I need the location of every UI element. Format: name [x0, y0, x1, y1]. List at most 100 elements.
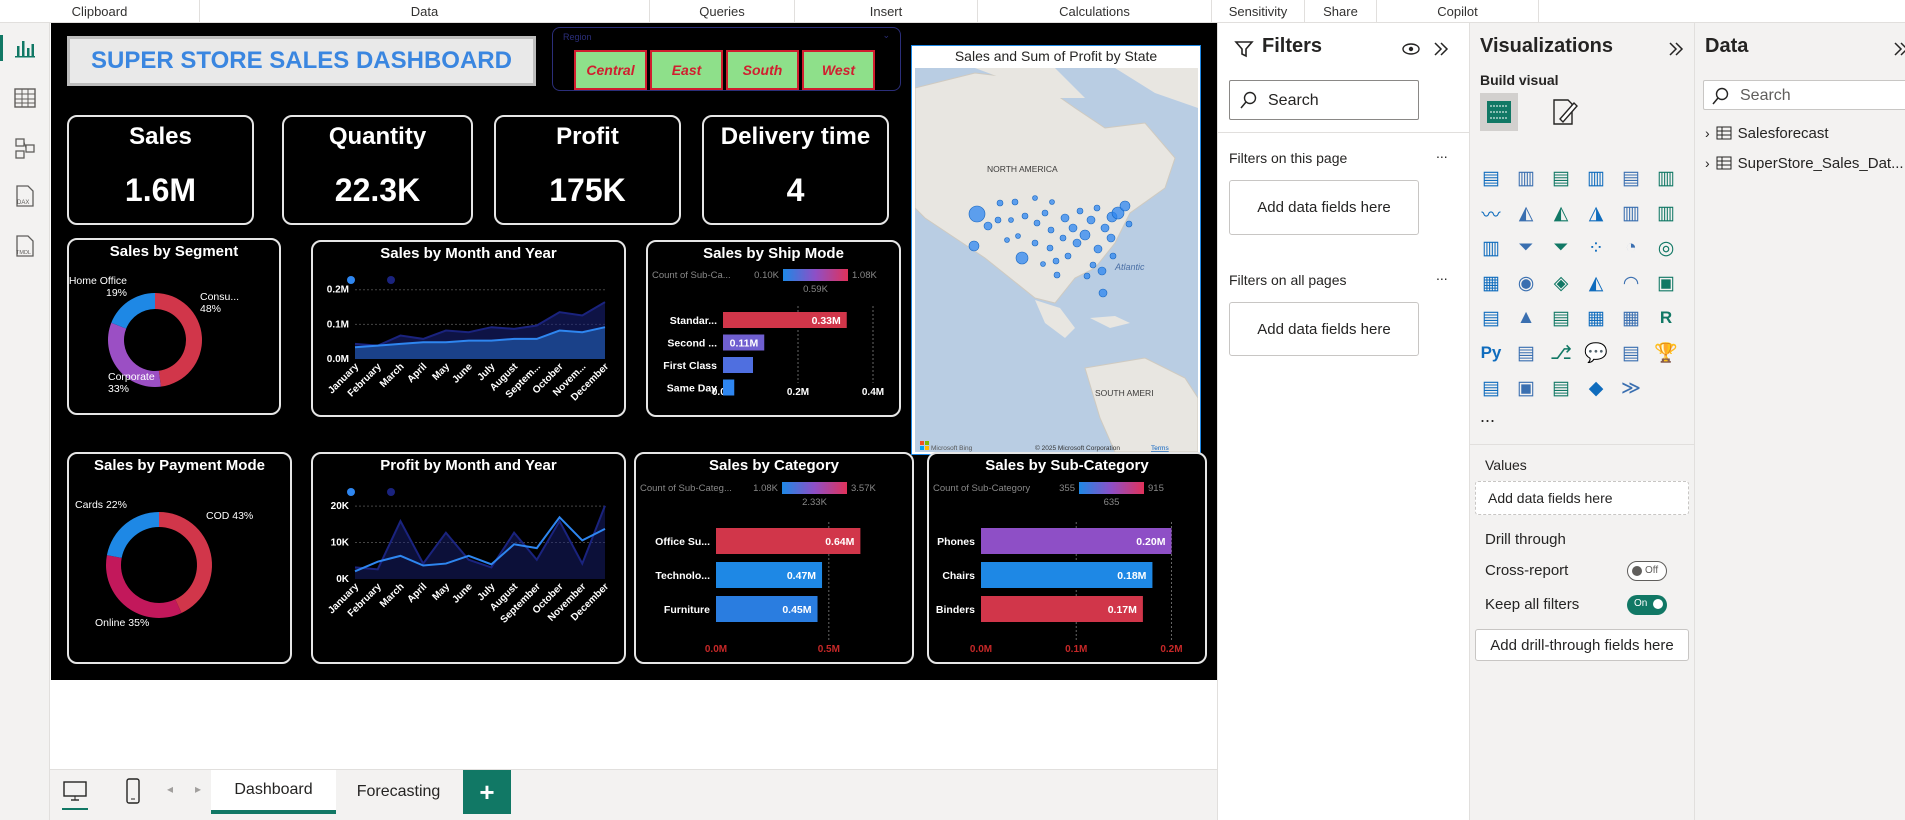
- gauge-icon[interactable]: ◠: [1618, 270, 1644, 296]
- smart-narrative-icon[interactable]: ▤: [1618, 340, 1644, 366]
- kpi-card-profit[interactable]: Profit 175K: [494, 115, 681, 225]
- r-visual-icon[interactable]: R: [1653, 305, 1679, 331]
- more-visuals-icon[interactable]: ...: [1480, 406, 1495, 427]
- waterfall-icon[interactable]: ▥: [1478, 235, 1504, 261]
- data-label: 0.47M: [787, 570, 816, 582]
- profit-by-month-visual[interactable]: Profit by Month and Year 0K 10K 20K January…: [311, 452, 626, 664]
- 100-bar-icon[interactable]: ▤: [1618, 165, 1644, 191]
- chevron-right-icon[interactable]: ›: [1705, 155, 1710, 171]
- legend-title: Count of Sub-Categ...: [640, 483, 732, 494]
- area-icon[interactable]: ◭: [1513, 200, 1539, 226]
- values-drop-zone[interactable]: Add data fields here: [1475, 481, 1689, 515]
- stacked-bar-icon[interactable]: ▤: [1478, 165, 1504, 191]
- scatter-icon[interactable]: ⁘: [1583, 235, 1609, 261]
- line-icon[interactable]: 〰: [1478, 200, 1504, 226]
- treemap-icon[interactable]: ▦: [1478, 270, 1504, 296]
- chevron-right-icon[interactable]: ›: [1705, 125, 1710, 141]
- scroll-right-icon[interactable]: ▸: [195, 782, 201, 796]
- scroll-left-icon[interactable]: ◂: [167, 782, 173, 796]
- donut-icon[interactable]: ◎: [1653, 235, 1679, 261]
- more-options-icon[interactable]: ...: [1436, 267, 1448, 283]
- stacked-area-icon[interactable]: ◭: [1548, 200, 1574, 226]
- map-icon[interactable]: ◉: [1513, 270, 1539, 296]
- page-tab-forecasting[interactable]: Forecasting: [336, 770, 461, 814]
- clustered-bar-icon[interactable]: ▤: [1548, 165, 1574, 191]
- card-icon[interactable]: ▣: [1653, 270, 1679, 296]
- region-option-west[interactable]: West: [802, 50, 875, 90]
- sales-by-segment-visual[interactable]: Sales by Segment Consu... 48% Corporate 33%…: [67, 238, 281, 415]
- matrix-icon[interactable]: ▦: [1618, 305, 1644, 331]
- filters-search-input[interactable]: Search: [1229, 80, 1419, 120]
- region-option-central[interactable]: Central: [574, 50, 647, 90]
- funnel-icon[interactable]: ⏷: [1513, 235, 1539, 261]
- decomposition-tree-icon[interactable]: ⎇: [1548, 340, 1574, 366]
- sales-by-month-visual[interactable]: Sales by Month and Year 0.0M 0.1M 0.2M Janu…: [311, 240, 626, 417]
- key-influencers-icon[interactable]: ▤: [1513, 340, 1539, 366]
- sales-by-payment-mode-visual[interactable]: Sales by Payment Mode COD 43% Online 35% C…: [67, 452, 292, 664]
- cross-report-toggle[interactable]: Off: [1627, 561, 1667, 581]
- more-options-icon[interactable]: ...: [1436, 145, 1448, 161]
- donut-slice: [159, 512, 213, 613]
- line-column-icon[interactable]: ▥: [1618, 200, 1644, 226]
- metrics-icon[interactable]: 🏆: [1653, 340, 1679, 366]
- collapse-pane-icon[interactable]: [1666, 39, 1686, 59]
- 100-column-icon[interactable]: ▥: [1653, 165, 1679, 191]
- keep-filters-toggle[interactable]: On: [1627, 595, 1667, 615]
- kpi-icon[interactable]: ▲: [1513, 305, 1539, 331]
- sales-by-subcategory-visual[interactable]: Sales by Sub-Category Count of Sub-Categ…: [927, 452, 1207, 664]
- multi-row-card-icon[interactable]: ▤: [1478, 305, 1504, 331]
- line-clustered-column-icon[interactable]: ▥: [1653, 200, 1679, 226]
- dashboard-title-box[interactable]: SUPER STORE SALES DASHBOARD: [67, 36, 536, 86]
- report-view-icon[interactable]: [10, 33, 40, 63]
- tmdl-view-icon[interactable]: TMDL: [10, 231, 40, 261]
- slicer-icon[interactable]: ▤: [1548, 305, 1574, 331]
- all-pages-filter-drop-zone[interactable]: Add data fields here: [1229, 302, 1419, 356]
- model-view-icon[interactable]: [10, 133, 40, 163]
- azure-map-icon[interactable]: ◭: [1583, 270, 1609, 296]
- qa-icon[interactable]: 💬: [1583, 340, 1609, 366]
- collapse-pane-icon[interactable]: [1891, 39, 1905, 59]
- region-option-south[interactable]: South: [726, 50, 799, 90]
- data-table-item[interactable]: › Salesforecast: [1705, 122, 1829, 144]
- dax-query-view-icon[interactable]: DAX: [10, 181, 40, 211]
- add-page-button[interactable]: +: [463, 770, 511, 814]
- pie-icon[interactable]: ◔: [1618, 235, 1644, 261]
- sales-by-ship-mode-visual[interactable]: Sales by Ship Mode Count of Sub-Ca... 0.1…: [646, 240, 901, 417]
- region-slicer[interactable]: Region ⌄ Central East South West: [552, 27, 901, 91]
- stacked-column-icon[interactable]: ▥: [1513, 165, 1539, 191]
- map-canvas[interactable]: NORTH AMERICA Atlantic SOUTH AMERI Micro…: [915, 68, 1198, 452]
- kpi-card-delivery-time[interactable]: Delivery time 4: [702, 115, 889, 225]
- mobile-layout-icon[interactable]: [125, 778, 141, 809]
- funnel2-icon[interactable]: ⏷: [1548, 235, 1574, 261]
- map-visual[interactable]: Sales and Sum of Profit by State NORTH A…: [911, 45, 1201, 455]
- region-option-east[interactable]: East: [650, 50, 723, 90]
- table-view-icon[interactable]: [10, 83, 40, 113]
- sales-by-category-visual[interactable]: Sales by Category Count of Sub-Categ... 1…: [634, 452, 914, 664]
- page-filter-drop-zone[interactable]: Add data fields here: [1229, 180, 1419, 235]
- data-table-item[interactable]: › SuperStore_Sales_Dat...: [1705, 152, 1904, 174]
- slice-label: 19%: [106, 287, 127, 299]
- table-icon[interactable]: ▦: [1583, 305, 1609, 331]
- chevron-down-icon[interactable]: ⌄: [882, 30, 890, 41]
- kpi-card-sales[interactable]: Sales 1.6M: [67, 115, 254, 225]
- format-visual-tab[interactable]: [1550, 97, 1580, 132]
- clustered-column-icon[interactable]: ▥: [1583, 165, 1609, 191]
- slice-label: COD 43%: [206, 510, 253, 522]
- python-visual-icon[interactable]: Py: [1478, 340, 1504, 366]
- build-visual-tab[interactable]: [1480, 93, 1518, 131]
- power-automate-icon[interactable]: ≫: [1618, 375, 1644, 401]
- power-apps-icon[interactable]: ◆: [1583, 375, 1609, 401]
- collapse-pane-icon[interactable]: [1431, 39, 1451, 59]
- kpi-card-quantity[interactable]: Quantity 22.3K: [282, 115, 473, 225]
- paginated-icon[interactable]: ▤: [1478, 375, 1504, 401]
- data-search-input[interactable]: Search: [1703, 80, 1905, 110]
- page-tab-dashboard[interactable]: Dashboard: [211, 770, 336, 814]
- slicer-new-icon[interactable]: ▤: [1548, 375, 1574, 401]
- desktop-layout-icon[interactable]: [62, 780, 88, 810]
- drill-through-drop-zone[interactable]: Add drill-through fields here: [1475, 629, 1689, 661]
- card-new-icon[interactable]: ▣: [1513, 375, 1539, 401]
- eye-icon[interactable]: [1401, 39, 1421, 59]
- ribbon-icon[interactable]: ◮: [1583, 200, 1609, 226]
- filled-map-icon[interactable]: ◈: [1548, 270, 1574, 296]
- map-terms-link[interactable]: Terms: [1151, 445, 1169, 452]
